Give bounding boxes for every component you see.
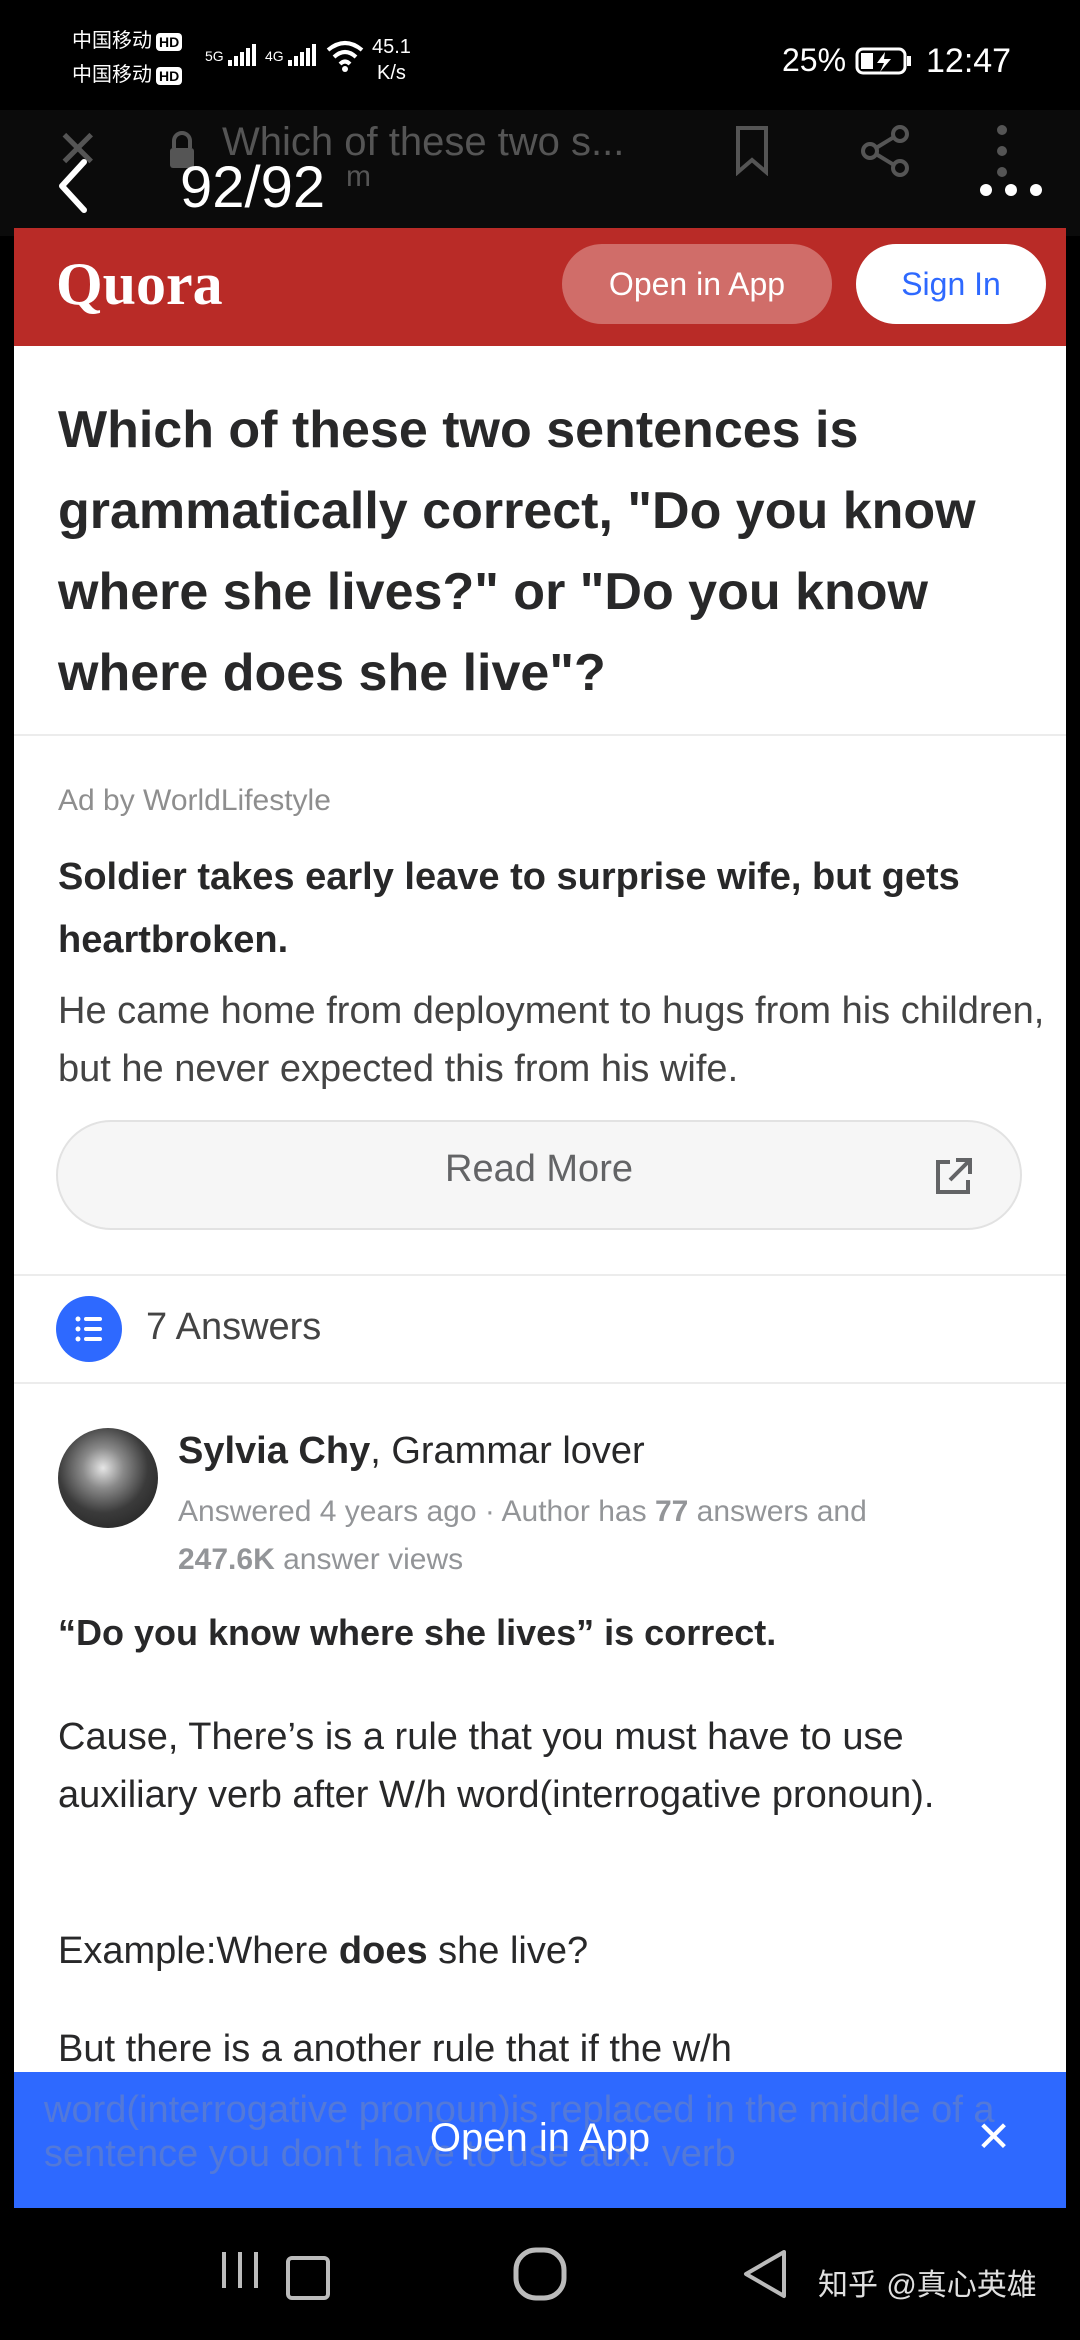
- author-credential: , Grammar lover: [370, 1430, 645, 1472]
- answers-list-icon: [56, 1296, 122, 1362]
- square-icon[interactable]: [284, 2254, 332, 2302]
- read-more-label: Read More: [445, 1148, 633, 1190]
- page-content: Which of these two sentences is grammati…: [14, 346, 1066, 2206]
- author-avatar[interactable]: [58, 1428, 158, 1528]
- watermark: 知乎 @真心英雄: [818, 2269, 1037, 2302]
- navigation-bar: 知乎 @真心英雄: [0, 2208, 1080, 2340]
- open-in-app-banner[interactable]: word(interrogative pronoun)is replaced i…: [14, 2072, 1066, 2208]
- author-name[interactable]: Sylvia Chy: [178, 1430, 370, 1472]
- answer-meta: Answered 4 years ago · Author has 77 ans…: [178, 1495, 867, 1576]
- divider: [14, 1382, 1066, 1384]
- clock: 12:47: [926, 42, 1012, 80]
- image-counter: 92/92: [180, 155, 326, 220]
- ad-body: He came home from deployment to hugs fro…: [58, 990, 1045, 1090]
- sign-in-button[interactable]: Sign In: [856, 244, 1046, 324]
- recent-apps-icon[interactable]: [218, 2248, 264, 2292]
- external-link-icon: [936, 1158, 972, 1194]
- back-arrow-icon[interactable]: [54, 158, 90, 214]
- home-icon[interactable]: [510, 2244, 570, 2304]
- carrier-2: 中国移动 HD: [72, 62, 183, 88]
- answer-paragraph-2: Cause, There’s is a rule that you must h…: [58, 1716, 935, 1816]
- network-speed: 45.1 K/s: [372, 36, 411, 84]
- answer-paragraph-4: But there is a another rule that if the …: [58, 2028, 732, 2070]
- back-triangle-icon[interactable]: [740, 2246, 790, 2302]
- open-in-app-label[interactable]: Open in App: [14, 2116, 1066, 2161]
- ad-label: Ad by WorldLifestyle: [58, 784, 331, 817]
- battery-icon: [855, 47, 911, 75]
- status-bar: 中国移动 HD 中国移动 HD 5G 4G 45.1 K/s 25% 12:47: [0, 0, 1080, 120]
- divider: [14, 1274, 1066, 1276]
- question-title: Which of these two sentences is grammati…: [58, 401, 976, 702]
- more-horizontal-icon[interactable]: [978, 182, 1044, 198]
- battery-percent: 25%: [782, 42, 847, 78]
- answer-paragraph-3: Example:Where does she live?: [58, 1930, 589, 1972]
- wifi-icon: [326, 41, 364, 72]
- answers-count: 7 Answers: [146, 1306, 322, 1348]
- quora-logo[interactable]: Quora: [56, 250, 223, 319]
- read-more-button[interactable]: Read More: [56, 1120, 1022, 1230]
- divider: [14, 734, 1066, 736]
- quora-header: Quora Open in App Sign In: [14, 228, 1066, 346]
- header-open-in-app-button[interactable]: Open in App: [562, 244, 832, 324]
- close-banner-icon[interactable]: ✕: [976, 2112, 1011, 2161]
- viewer-overlay-bar: 92/92: [0, 130, 1080, 240]
- carrier-1: 中国移动 HD: [72, 28, 183, 54]
- author-line: Sylvia Chy, Grammar lover: [178, 1430, 645, 1473]
- ad-title[interactable]: Soldier takes early leave to surprise wi…: [58, 846, 1038, 972]
- signal-5g-icon: 5G: [205, 44, 258, 66]
- answer-paragraph-1: “Do you know where she lives” is correct…: [58, 1612, 777, 1653]
- signal-4g-icon: 4G: [265, 44, 318, 66]
